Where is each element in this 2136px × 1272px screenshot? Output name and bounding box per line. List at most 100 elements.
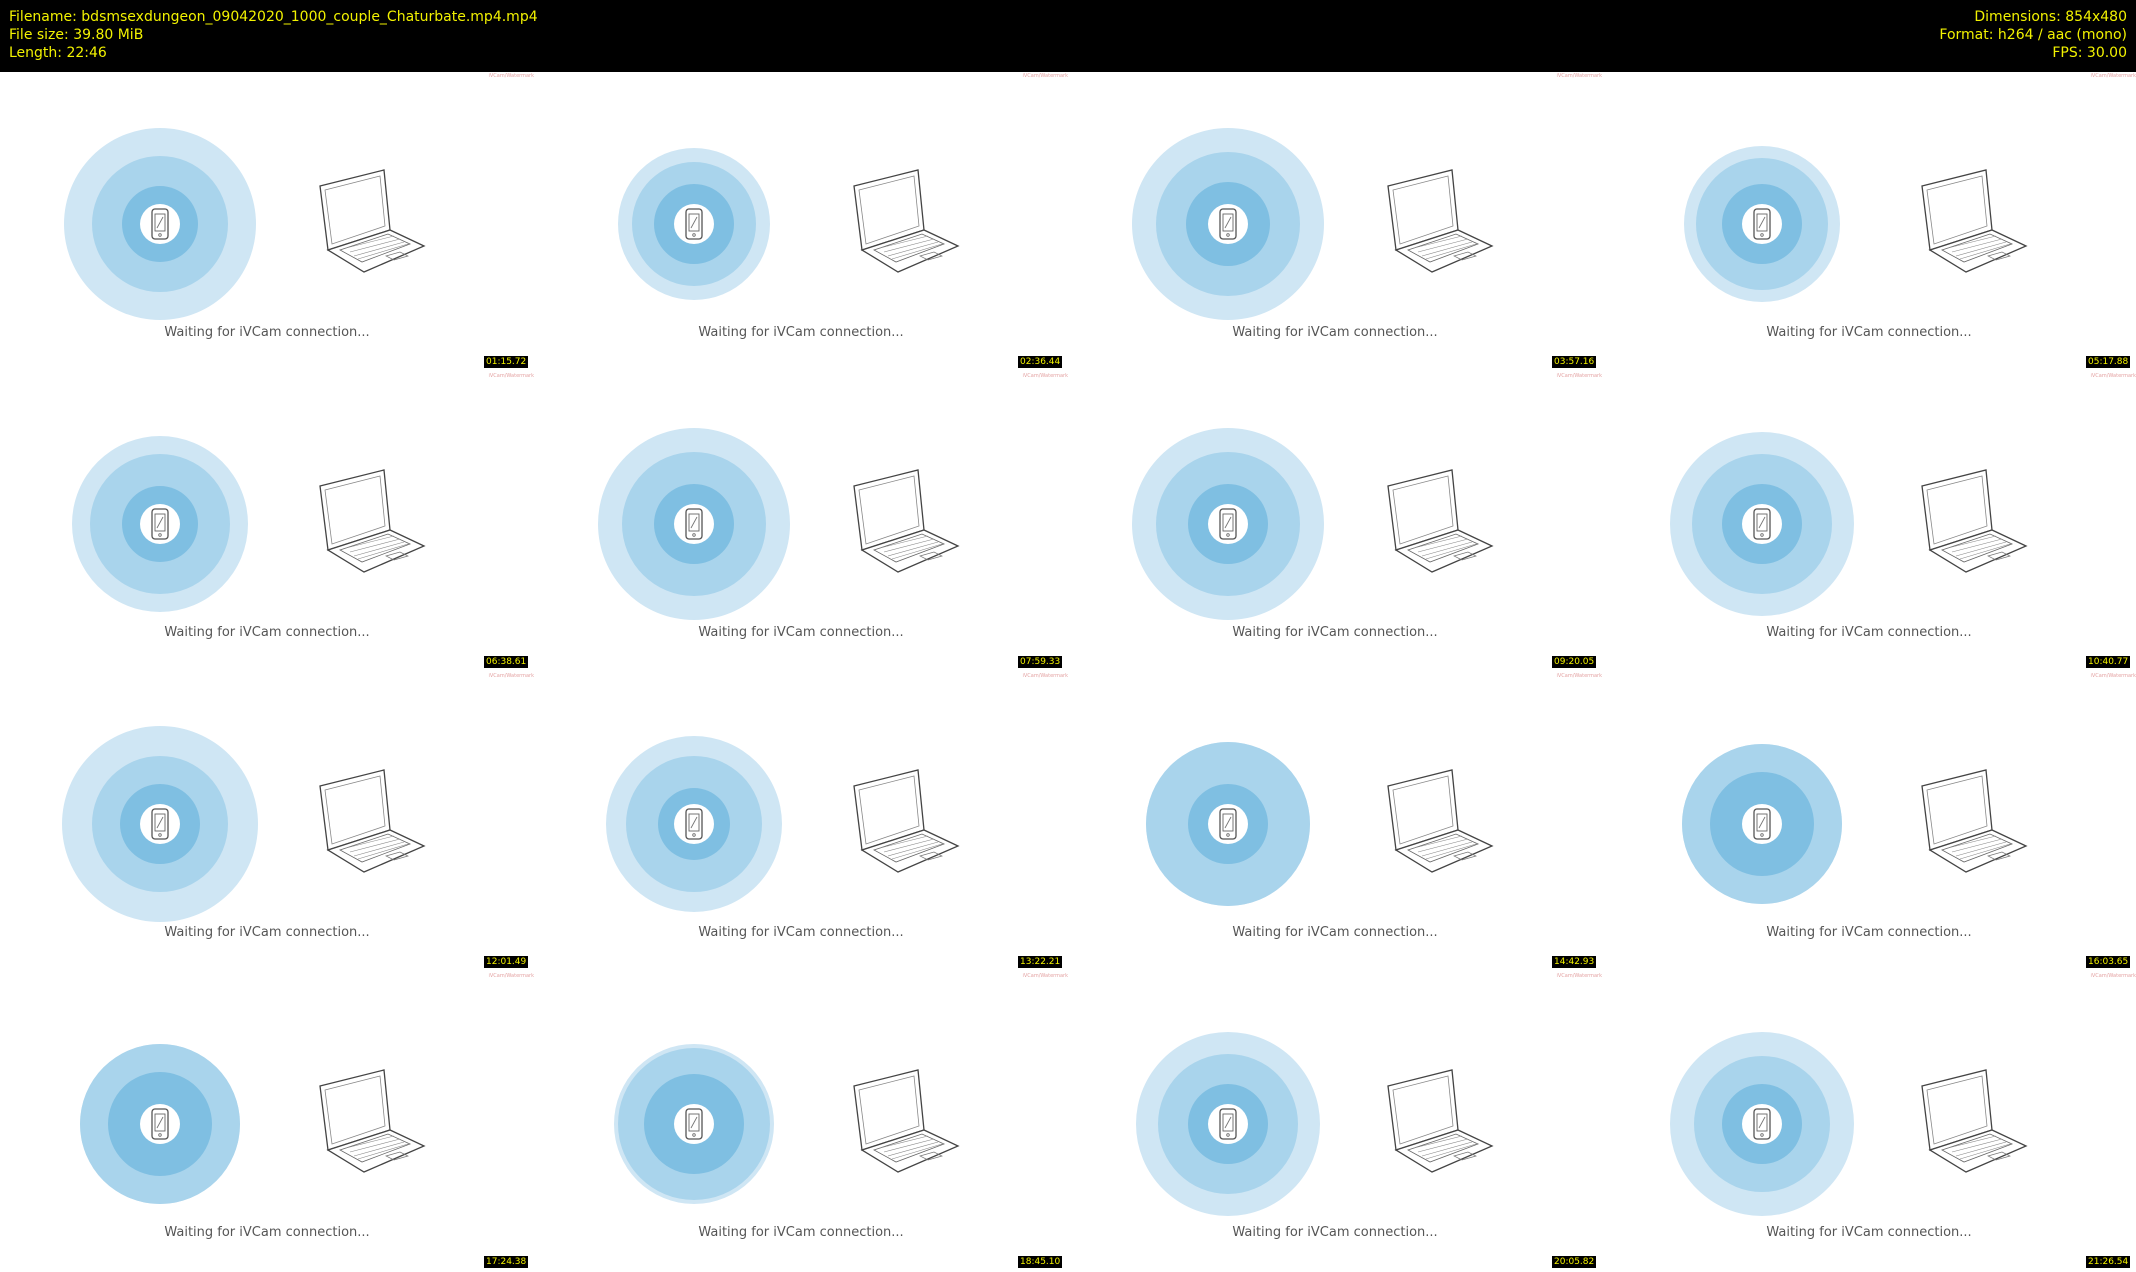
status-text: Waiting for iVCam connection...	[0, 925, 534, 940]
laptop-icon	[850, 466, 962, 576]
video-thumbnail: iVCam/Watermark Waiting for iVCam connect…	[0, 672, 534, 972]
timestamp-badge: 21:26.54	[2086, 1256, 2130, 1268]
laptop-icon	[850, 1066, 962, 1176]
connection-rings-icon	[1130, 426, 1326, 622]
watermark-text: iVCam/Watermark	[489, 973, 535, 979]
status-text: Waiting for iVCam connection...	[534, 625, 1068, 640]
video-thumbnail: iVCam/WatermarkWaiting for iVCam connect…	[1602, 972, 2136, 1272]
laptop-icon	[850, 766, 962, 876]
status-text: Waiting for iVCam connection...	[1602, 625, 2136, 640]
timestamp-badge: 18:45.10	[1018, 1256, 1062, 1268]
timestamp-badge: 01:15.72	[484, 356, 528, 368]
laptop-icon	[1918, 166, 2030, 276]
watermark-text: iVCam/Watermark	[1023, 673, 1069, 679]
video-thumbnail: iVCam/Watermark Waiting for iVCam connect…	[1068, 672, 1602, 972]
watermark-text: iVCam/Watermark	[1557, 973, 1603, 979]
watermark-text: iVCam/Watermark	[1557, 73, 1603, 79]
video-thumbnail: iVCam/Watermark Waiting for iVCam connect…	[0, 72, 534, 372]
watermark-text: iVCam/Watermark	[1023, 73, 1069, 79]
status-text: Waiting for iVCam connection...	[0, 625, 534, 640]
timestamp-badge: 06:38.61	[484, 656, 528, 668]
filesize-text: File size: 39.80 MiB	[9, 26, 538, 44]
watermark-text: iVCam/Watermark	[489, 673, 535, 679]
video-thumbnail: iVCam/Watermark Waiting for iVCam connect…	[1068, 972, 1602, 1272]
watermark-text: iVCam/Watermark	[1557, 673, 1603, 679]
status-text: Waiting for iVCam connection...	[534, 325, 1068, 340]
laptop-icon	[1918, 766, 2030, 876]
connection-rings-icon	[596, 426, 792, 622]
video-thumbnail: iVCam/Watermark Waiting for iVCam connect…	[1602, 672, 2136, 972]
connection-rings-icon	[70, 434, 250, 614]
status-text: Waiting for iVCam connection...	[0, 325, 534, 340]
timestamp-badge: 07:59.33	[1018, 656, 1062, 668]
connection-rings-icon	[1682, 144, 1842, 304]
length-text: Length: 22:46	[9, 44, 538, 62]
laptop-icon	[316, 166, 428, 276]
laptop-icon	[316, 1066, 428, 1176]
connection-rings-icon	[1668, 1030, 1856, 1218]
status-text: Waiting for iVCam connection...	[1602, 925, 2136, 940]
connection-rings-icon	[60, 724, 260, 924]
video-thumbnail: iVCam/Watermark Waiting for iVCam connect…	[534, 72, 1068, 372]
status-text: Waiting for iVCam connection...	[0, 1225, 534, 1240]
dimensions-text: Dimensions: 854x480	[1939, 8, 2127, 26]
timestamp-badge: 17:24.38	[484, 1256, 528, 1268]
status-text: Waiting for iVCam connection...	[1068, 325, 1602, 340]
connection-rings-icon	[1130, 126, 1326, 322]
video-thumbnail: iVCam/Watermark Waiting for iVCam connect…	[1068, 372, 1602, 672]
connection-rings-icon	[1134, 1030, 1322, 1218]
laptop-icon	[1384, 1066, 1496, 1176]
status-text: Waiting for iVCam connection...	[534, 925, 1068, 940]
laptop-icon	[850, 166, 962, 276]
status-text: Waiting for iVCam connection...	[1602, 325, 2136, 340]
timestamp-badge: 05:17.88	[2086, 356, 2130, 368]
watermark-text: iVCam/Watermark	[489, 73, 535, 79]
timestamp-badge: 13:22.21	[1018, 956, 1062, 968]
status-text: Waiting for iVCam connection...	[1068, 1225, 1602, 1240]
laptop-icon	[1384, 466, 1496, 576]
timestamp-badge: 10:40.77	[2086, 656, 2130, 668]
timestamp-badge: 03:57.16	[1552, 356, 1596, 368]
watermark-text: iVCam/Watermark	[1557, 373, 1603, 379]
video-thumbnail: iVCam/Watermark Waiting for iVCam connect…	[0, 972, 534, 1272]
timestamp-badge: 14:42.93	[1552, 956, 1596, 968]
connection-rings-icon	[604, 734, 784, 914]
laptop-icon	[1384, 166, 1496, 276]
laptop-icon	[1918, 1066, 2030, 1176]
video-thumbnail: iVCam/Watermark Waiting for iVCam connect…	[534, 672, 1068, 972]
watermark-text: iVCam/Watermark	[2091, 373, 2136, 379]
video-thumbnail: iVCam/WatermarkWaiting for iVCam connect…	[534, 372, 1068, 672]
laptop-icon	[316, 466, 428, 576]
laptop-icon	[1384, 766, 1496, 876]
video-thumbnail: iVCam/WatermarkWaiting for iVCam connect…	[534, 972, 1068, 1272]
filename-text: Filename: bdsmsexdungeon_09042020_1000_c…	[9, 8, 538, 26]
video-thumbnail: iVCam/WatermarkWaiting for iVCam connect…	[1602, 72, 2136, 372]
timestamp-badge: 16:03.65	[2086, 956, 2130, 968]
status-text: Waiting for iVCam connection...	[1068, 625, 1602, 640]
media-info: Dimensions: 854x480 Format: h264 / aac (…	[1939, 8, 2127, 62]
format-text: Format: h264 / aac (mono)	[1939, 26, 2127, 44]
file-info: Filename: bdsmsexdungeon_09042020_1000_c…	[9, 8, 538, 62]
connection-rings-icon	[1680, 742, 1844, 906]
watermark-text: iVCam/Watermark	[489, 373, 535, 379]
laptop-icon	[1918, 466, 2030, 576]
timestamp-badge: 12:01.49	[484, 956, 528, 968]
thumbnail-grid: iVCam/Watermark Waiting for iVCam connect…	[0, 72, 2136, 1270]
fps-text: FPS: 30.00	[1939, 44, 2127, 62]
timestamp-badge: 20:05.82	[1552, 1256, 1596, 1268]
status-text: Waiting for iVCam connection...	[1068, 925, 1602, 940]
timestamp-badge: 09:20.05	[1552, 656, 1596, 668]
connection-rings-icon	[616, 146, 772, 302]
connection-rings-icon	[78, 1042, 242, 1206]
video-thumbnail: iVCam/Watermark Waiting for iVCam connect…	[1068, 72, 1602, 372]
watermark-text: iVCam/Watermark	[2091, 973, 2136, 979]
status-text: Waiting for iVCam connection...	[534, 1225, 1068, 1240]
watermark-text: iVCam/Watermark	[2091, 673, 2136, 679]
connection-rings-icon	[612, 1042, 776, 1206]
timestamp-badge: 02:36.44	[1018, 356, 1062, 368]
video-thumbnail: iVCam/Watermark Waiting for iVCam connect…	[1602, 372, 2136, 672]
info-header: Filename: bdsmsexdungeon_09042020_1000_c…	[0, 0, 2136, 72]
laptop-icon	[316, 766, 428, 876]
connection-rings-icon	[1668, 430, 1856, 618]
connection-rings-icon	[62, 126, 258, 322]
